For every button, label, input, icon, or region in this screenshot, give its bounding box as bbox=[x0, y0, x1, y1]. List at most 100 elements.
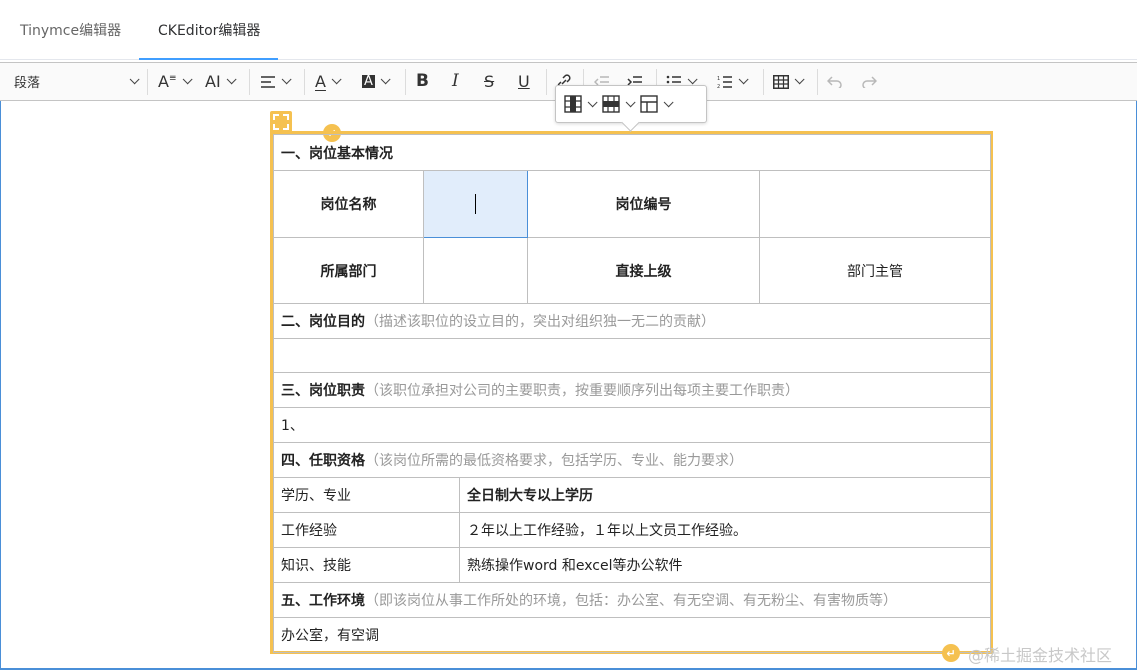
table-row: 工作经验 ２年以上工作经验，１年以上文员工作经验。 bbox=[273, 512, 992, 548]
strikethrough-button[interactable]: S bbox=[484, 63, 494, 100]
insert-table-dropdown[interactable] bbox=[773, 63, 805, 100]
toolbar-divider bbox=[763, 69, 764, 95]
section-heading[interactable]: 四、任职资格（该岗位所需的最低资格要求，包括学历、专业、能力要求） bbox=[272, 442, 992, 478]
table-row: 三、岗位职责（该职位承担对公司的主要职责，按重要顺序列出每项主要工作职责） bbox=[272, 372, 992, 408]
tab-ckeditor[interactable]: CKEditor编辑器 bbox=[158, 20, 260, 40]
table-row: 二、岗位目的（描述该职位的设立目的，突出对组织独一无二的贡献） bbox=[272, 303, 992, 339]
watermark: @稀土掘金技术社区 bbox=[968, 646, 1113, 665]
chevron-down-icon bbox=[794, 74, 805, 85]
chevron-down-icon bbox=[331, 74, 342, 85]
table-cell[interactable]: 知识、技能 bbox=[273, 547, 460, 583]
font-size-dropdown[interactable]: A≡ bbox=[158, 63, 193, 100]
table-row: 办公室，有空调 bbox=[272, 617, 992, 653]
table-row: 五、工作环境（即该岗位从事工作所处的环境，包括：办公室、有无空调、有无粉尘、有害… bbox=[272, 582, 992, 618]
table-row: 学历、专业 全日制大专以上学历 bbox=[273, 477, 992, 513]
table-cell[interactable]: 岗位编号 bbox=[527, 170, 760, 238]
italic-button[interactable]: I bbox=[452, 63, 459, 100]
font-family-dropdown[interactable]: AI bbox=[205, 63, 237, 100]
chevron-down-icon bbox=[281, 74, 292, 85]
table-cell[interactable]: 学历、专业 bbox=[273, 477, 460, 513]
table-row: 四、任职资格（该岗位所需的最低资格要求，包括学历、专业、能力要求） bbox=[272, 442, 992, 478]
italic-icon: I bbox=[452, 71, 459, 91]
svg-text:1: 1 bbox=[717, 76, 720, 82]
underline-icon: U bbox=[518, 71, 530, 91]
background-color-icon: A bbox=[362, 74, 375, 89]
chevron-down-icon bbox=[182, 74, 193, 85]
toolbar-divider bbox=[249, 69, 250, 95]
table-cell[interactable]: 工作经验 bbox=[273, 512, 460, 548]
alignment-dropdown[interactable] bbox=[260, 63, 292, 100]
strikethrough-icon: S bbox=[484, 71, 495, 91]
section-heading[interactable]: 二、岗位目的（描述该职位的设立目的，突出对组织独一无二的贡献） bbox=[272, 303, 992, 339]
merge-cells-dropdown[interactable] bbox=[640, 95, 674, 113]
job-description-table: 一、岗位基本情况 岗位名称 岗位编号 所属部门 直接上级 部门主管 二、岗位目的… bbox=[272, 134, 992, 653]
table-row-icon bbox=[602, 95, 620, 113]
table-cell[interactable]: 直接上级 bbox=[527, 237, 760, 304]
table-row: 一、岗位基本情况 bbox=[272, 134, 992, 171]
table-column-dropdown[interactable] bbox=[564, 95, 598, 113]
toolbar-divider bbox=[405, 69, 406, 95]
table-row: 所属部门 直接上级 部门主管 bbox=[273, 237, 992, 304]
tab-tinymce[interactable]: Tinymce编辑器 bbox=[20, 20, 121, 40]
font-color-icon: A bbox=[315, 71, 326, 91]
chevron-down-icon bbox=[687, 74, 698, 85]
bold-icon: B bbox=[416, 71, 429, 91]
chevron-down-icon bbox=[226, 74, 237, 85]
numbered-list-dropdown[interactable]: 12 bbox=[717, 63, 749, 100]
table-cell[interactable] bbox=[423, 237, 528, 304]
background-color-dropdown[interactable]: A bbox=[362, 63, 391, 100]
table-cell[interactable] bbox=[758, 170, 992, 238]
font-family-icon: AI bbox=[205, 71, 221, 91]
redo-button[interactable] bbox=[861, 63, 877, 100]
table-row: 岗位名称 岗位编号 bbox=[273, 170, 992, 238]
toolbar-divider bbox=[147, 69, 148, 95]
table-select-handle[interactable] bbox=[270, 111, 292, 133]
table-cell[interactable] bbox=[272, 338, 992, 373]
svg-text:2: 2 bbox=[717, 84, 720, 89]
redo-icon bbox=[862, 75, 877, 88]
undo-button[interactable] bbox=[827, 63, 843, 100]
table-cell[interactable]: 岗位名称 bbox=[273, 170, 424, 238]
underline-button[interactable]: U bbox=[518, 63, 530, 100]
table-widget: 一、岗位基本情况 岗位名称 岗位编号 所属部门 直接上级 部门主管 二、岗位目的… bbox=[270, 131, 993, 654]
chevron-down-icon bbox=[663, 96, 674, 107]
selected-table-cell[interactable] bbox=[423, 170, 528, 238]
undo-icon bbox=[827, 75, 842, 88]
toolbar-divider bbox=[546, 69, 547, 95]
chevron-down-icon bbox=[625, 96, 636, 107]
table-cell[interactable]: 熟练操作word 和excel等办公软件 bbox=[458, 547, 992, 583]
table-balloon-toolbar bbox=[555, 85, 707, 123]
table-cell[interactable]: 全日制大专以上学历 bbox=[458, 477, 992, 513]
text-caret bbox=[475, 194, 476, 214]
table-cell[interactable]: 1、 bbox=[272, 407, 992, 443]
table-row bbox=[272, 338, 992, 373]
bold-button[interactable]: B bbox=[416, 63, 429, 100]
section-heading[interactable]: 一、岗位基本情况 bbox=[272, 134, 992, 171]
heading-dropdown[interactable]: 段落 bbox=[14, 63, 140, 100]
toolbar-divider bbox=[817, 69, 818, 95]
table-cell[interactable]: 部门主管 bbox=[758, 237, 992, 304]
table-cell[interactable]: 办公室，有空调 bbox=[272, 617, 992, 653]
table-icon bbox=[773, 74, 789, 89]
table-column-icon bbox=[564, 95, 582, 113]
section-heading[interactable]: 五、工作环境（即该岗位从事工作所处的环境，包括：办公室、有无空调、有无粉尘、有害… bbox=[272, 582, 992, 618]
heading-dropdown-label: 段落 bbox=[14, 76, 41, 91]
table-cell[interactable]: 所属部门 bbox=[273, 237, 424, 304]
merge-cells-icon bbox=[640, 95, 658, 113]
active-tab-indicator bbox=[139, 58, 278, 60]
chevron-down-icon bbox=[129, 74, 140, 85]
chevron-down-icon bbox=[380, 74, 391, 85]
table-cell[interactable]: ２年以上工作经验，１年以上文员工作经验。 bbox=[458, 512, 992, 548]
table-row-dropdown[interactable] bbox=[602, 95, 636, 113]
section-heading[interactable]: 三、岗位职责（该职位承担对公司的主要职责，按重要顺序列出每项主要工作职责） bbox=[272, 372, 992, 408]
editor-tabs: Tinymce编辑器 CKEditor编辑器 bbox=[0, 0, 1137, 60]
insert-paragraph-after-icon[interactable]: ↵ bbox=[942, 644, 960, 662]
numbered-list-icon: 12 bbox=[717, 76, 732, 89]
chevron-down-icon bbox=[587, 96, 598, 107]
font-size-icon: A≡ bbox=[158, 71, 177, 91]
table-row: 知识、技能 熟练操作word 和excel等办公软件 bbox=[273, 547, 992, 583]
table-row: 1、 bbox=[272, 407, 992, 443]
chevron-down-icon bbox=[738, 74, 749, 85]
font-color-dropdown[interactable]: A bbox=[315, 63, 342, 100]
toolbar-divider bbox=[304, 69, 305, 95]
